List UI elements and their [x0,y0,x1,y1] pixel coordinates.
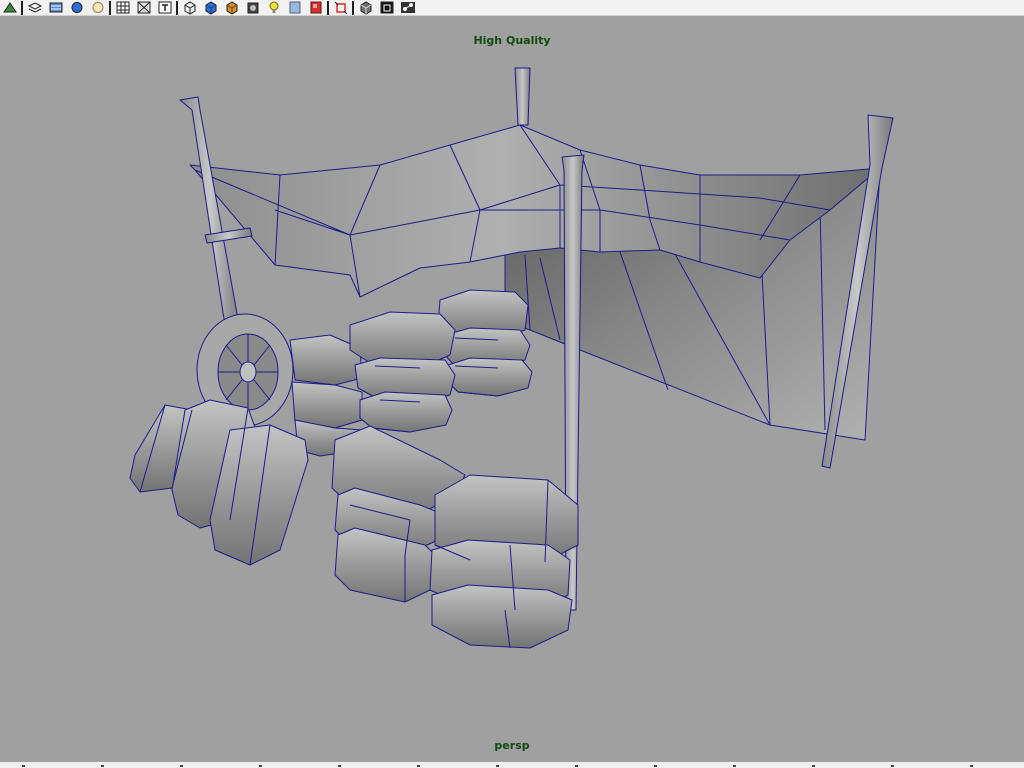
time-slider-tick [259,765,262,767]
toolbar-separator [109,0,111,15]
grid-button[interactable] [113,0,132,15]
time-slider-tick [101,765,104,767]
time-slider-tick [22,765,25,767]
light-bulb-button[interactable] [264,0,283,15]
texture-editor-button[interactable] [134,0,153,15]
time-slider-tick [970,765,973,767]
node-editor-button[interactable] [398,0,417,15]
sack-stack-left [129,399,309,566]
material-button[interactable] [306,0,325,15]
isolate-select-button[interactable] [331,0,350,15]
light-bulb-icon [269,1,278,13]
perspective-viewport[interactable]: High Quality persp [0,16,1024,762]
isolate-select-icon [334,1,347,15]
render-settings-icon [49,2,62,13]
wireframe-cube-icon [184,1,195,15]
text-button[interactable] [155,0,174,15]
toolbar-separator [352,0,354,15]
render-settings-button[interactable] [46,0,65,15]
shadow-icon [289,1,300,14]
layers-button[interactable] [25,0,44,15]
xray-button[interactable] [356,0,375,15]
time-slider-tick [180,765,183,767]
market-stall-model[interactable] [0,16,1024,762]
shaded-cube-button[interactable] [201,0,220,15]
material-icon [310,1,321,14]
maya-window: High Quality persp [0,0,1024,768]
grid-icon [116,1,129,14]
toolbar-separator [176,0,178,15]
viewport-panel-toolbar [0,0,1024,16]
textured-cube-button[interactable] [222,0,241,15]
time-slider-tick [733,765,736,767]
light-button[interactable] [88,0,107,15]
smooth-shade-icon [247,2,258,14]
time-slider-tick [575,765,578,767]
pole-back [514,67,531,126]
pole-left [179,96,241,333]
time-slider-tick [338,765,341,767]
time-slider-strip[interactable] [0,762,1024,768]
shadow-button[interactable] [285,0,304,15]
display-quality-label: High Quality [473,34,551,47]
texture-editor-icon [137,1,150,14]
backface-button[interactable] [377,0,396,15]
render-view-icon [2,2,17,13]
node-editor-icon [400,2,415,13]
render-view-button[interactable] [0,0,19,15]
smooth-shade-button[interactable] [243,0,262,15]
light-icon [92,2,103,13]
time-slider-tick [812,765,815,767]
hypershade-icon [71,2,82,13]
toolbar-separator [327,0,329,15]
layers-icon [27,2,42,13]
wireframe-cube-button[interactable] [180,0,199,15]
time-slider-tick [417,765,420,767]
toolbar-separator [21,0,23,15]
camera-name-label: persp [494,739,530,752]
hypershade-button[interactable] [67,0,86,15]
xray-icon [360,1,371,15]
backface-icon [380,1,393,14]
textured-cube-icon [226,1,237,15]
sack-stack-front [331,425,579,649]
text-icon [158,1,171,14]
time-slider-tick [891,765,894,767]
time-slider-tick [496,765,499,767]
time-slider-tick [654,765,657,767]
shaded-cube-icon [205,1,216,15]
